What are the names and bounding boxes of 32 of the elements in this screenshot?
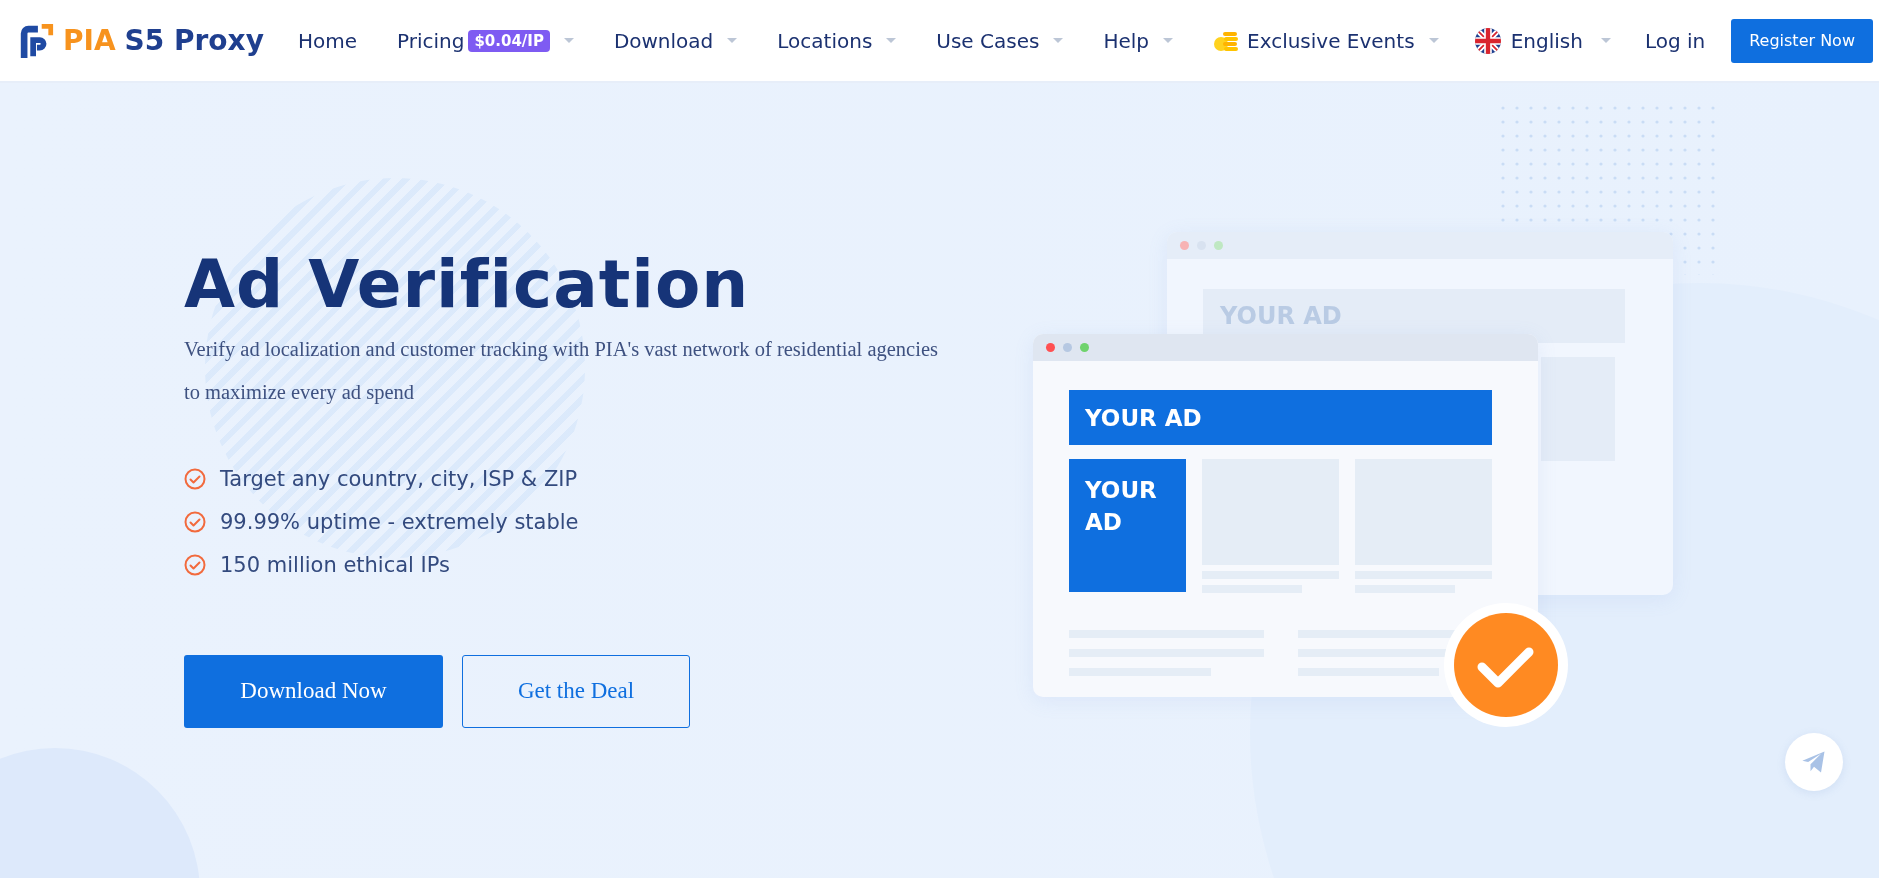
nav-link[interactable]: Help (1083, 28, 1193, 53)
ad-block: YOUR AD (1069, 459, 1186, 592)
hero-description: Verify ad localization and customer tracking with PIA's vast network of residential agencies to maximize every ad spend (184, 336, 939, 406)
feature-text: Target any country, city, ISP & ZIP (220, 467, 578, 492)
window-dot (1180, 241, 1189, 250)
window-dot (1063, 343, 1072, 352)
window-dot (1080, 343, 1089, 352)
hero-title: Ad Verification (184, 249, 751, 322)
nav-link[interactable]: Download (593, 28, 758, 53)
check-circle-icon (184, 554, 206, 577)
window-dot (1214, 241, 1223, 250)
window-dot (1046, 343, 1055, 352)
nav-link[interactable]: Exclusive Events (1193, 28, 1459, 53)
language-selector[interactable]: English (1466, 27, 1631, 54)
login-link[interactable]: Log in (1644, 28, 1706, 53)
price-badge: $0.04/IP (468, 29, 550, 52)
nav-link[interactable]: Locations (757, 28, 917, 53)
nav-link[interactable]: Home (289, 28, 377, 53)
check-circle-icon (184, 468, 206, 491)
logo-product: S5 Proxy (124, 24, 264, 57)
check-circle-icon (184, 511, 206, 534)
nav-link[interactable]: Pricing $0.04/IP (376, 28, 594, 53)
ad-banner: YOUR AD (1069, 390, 1492, 445)
feature-text: 150 million ethical IPs (220, 553, 451, 578)
flag-icon (1474, 27, 1501, 54)
feature-text: 99.99% uptime - extremely stable (220, 510, 579, 535)
download-button[interactable]: Download Now (184, 654, 443, 728)
deal-button[interactable]: Get the Deal (462, 654, 690, 728)
logo[interactable]: PIA S5 Proxy (17, 21, 264, 60)
logo-brand: PIA (63, 24, 116, 57)
nav-link[interactable]: Use Cases (916, 28, 1084, 53)
register-button[interactable]: Register Now (1731, 18, 1873, 63)
